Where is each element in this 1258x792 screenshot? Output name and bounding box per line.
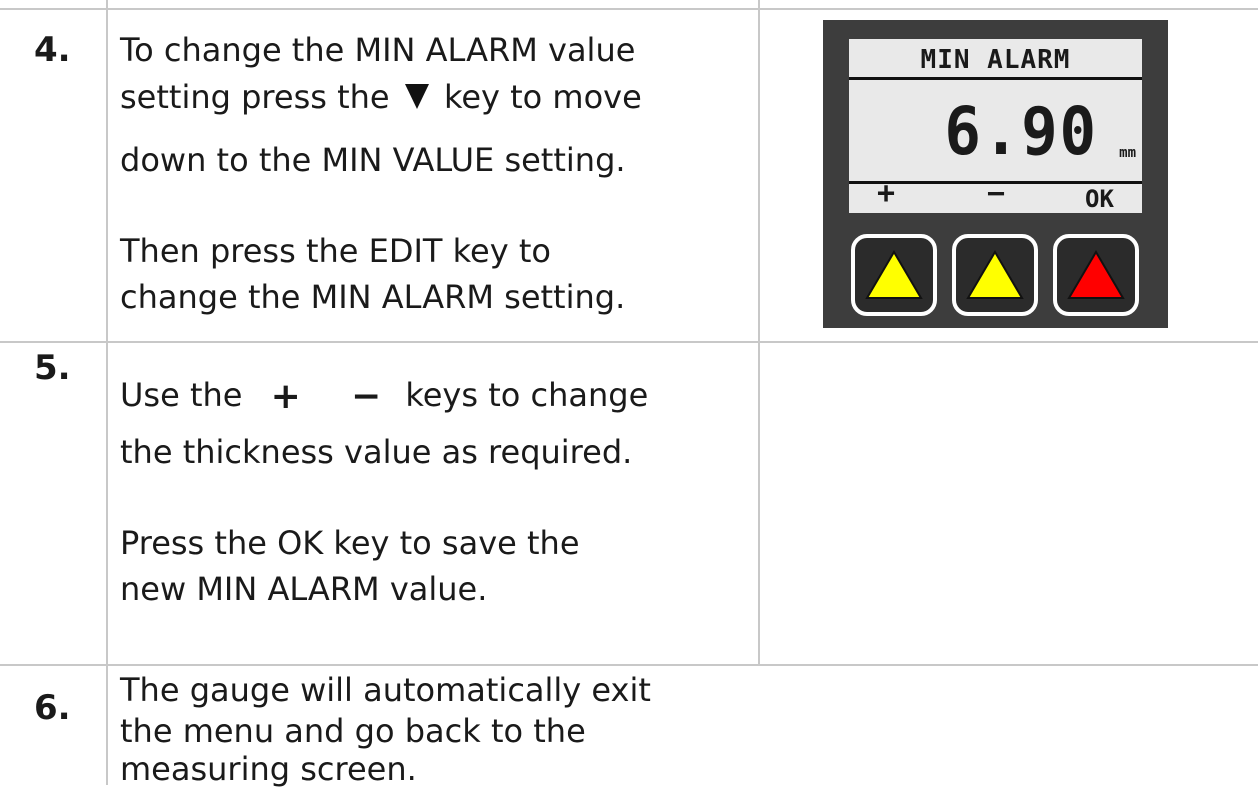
column-divider-2 <box>758 0 760 665</box>
right-red-button[interactable] <box>1053 234 1139 316</box>
step-4-line-2: setting press the key to move <box>120 74 642 120</box>
step-5-line-1: Use the + − keys to change <box>120 372 648 420</box>
gauge-screen: MIN ALARM 6.90 mm + − OK <box>849 39 1142 213</box>
left-yellow-button[interactable] <box>851 234 937 316</box>
column-divider-1 <box>106 0 108 785</box>
softkey-plus-label: + <box>877 176 896 211</box>
step-number-6: 6. <box>34 688 71 728</box>
up-triangle-icon <box>1067 250 1125 299</box>
plus-key-glyph: + <box>270 376 301 417</box>
step-5-line-4: new MIN ALARM value. <box>120 570 488 608</box>
step-5-line-3: Press the OK key to save the <box>120 524 580 562</box>
screen-unit: mm <box>1119 145 1136 161</box>
up-triangle-icon <box>865 250 923 299</box>
step-4-line-4: Then press the EDIT key to <box>120 232 551 270</box>
step-5-line-1-prefix: Use the <box>120 376 243 414</box>
down-triangle-icon <box>404 84 429 109</box>
screen-title-rule <box>849 77 1142 80</box>
step-5-line-1-suffix: keys to change <box>405 376 649 414</box>
middle-yellow-button[interactable] <box>952 234 1038 316</box>
step-4-line-1: To change the MIN ALARM value <box>120 31 636 69</box>
row-divider-4-5 <box>0 341 1258 343</box>
step-number-5: 5. <box>34 348 71 388</box>
gauge-device: MIN ALARM 6.90 mm + − OK <box>823 20 1168 328</box>
step-5-line-2: the thickness value as required. <box>120 433 633 471</box>
step-6-line-3: measuring screen. <box>120 750 417 788</box>
row-divider-5-6 <box>0 664 1258 666</box>
screen-title: MIN ALARM <box>920 45 1071 75</box>
screen-value: 6.90 <box>944 93 1098 170</box>
step-6-line-1: The gauge will automatically exit <box>120 671 651 709</box>
minus-key-glyph: − <box>350 376 382 417</box>
softkey-minus-label: − <box>987 176 1006 211</box>
step-4-line-5: change the MIN ALARM setting. <box>120 278 626 316</box>
softkey-ok-label: OK <box>1085 185 1114 213</box>
step-4-line-2-suffix: key to move <box>443 78 642 116</box>
table-top-border <box>0 8 1258 10</box>
step-4-line-2-prefix: setting press the <box>120 78 390 116</box>
step-4-line-3: down to the MIN VALUE setting. <box>120 141 626 179</box>
up-triangle-icon <box>966 250 1024 299</box>
step-number-4: 4. <box>34 30 71 70</box>
